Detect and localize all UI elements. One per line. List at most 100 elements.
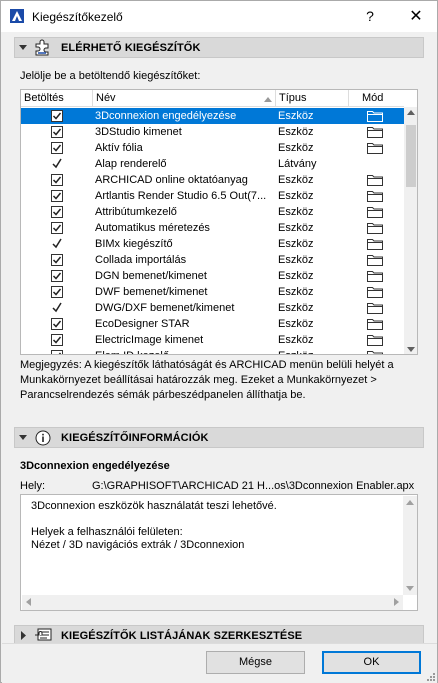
addon-type: Eszköz — [278, 110, 314, 122]
load-checkbox[interactable] — [51, 350, 63, 354]
addon-type: Eszköz — [278, 238, 314, 250]
list-item[interactable]: Elem ID kezelőEszköz — [21, 348, 404, 354]
list-item[interactable]: EcoDesigner STAR Eszköz — [21, 316, 404, 332]
addon-type: Eszköz — [278, 254, 314, 266]
load-checkbox[interactable] — [51, 318, 63, 330]
list-item[interactable]: Attribútumkezelő Eszköz — [21, 204, 404, 220]
folder-icon[interactable] — [367, 238, 383, 250]
column-header-mode[interactable]: Mód — [349, 90, 404, 107]
folder-icon[interactable] — [367, 110, 383, 122]
addon-name: Aktív fólia — [95, 142, 143, 154]
available-addons-header[interactable]: ELÉRHETŐ KIEGÉSZÍTŐK — [14, 37, 424, 58]
addon-type: Eszköz — [278, 318, 314, 330]
folder-icon[interactable] — [367, 126, 383, 138]
list-item[interactable]: Collada importálás Eszköz — [21, 252, 404, 268]
list-item[interactable]: ElectricImage kimenet Eszköz — [21, 332, 404, 348]
selected-addon-name: 3Dconnexion engedélyezése — [20, 460, 170, 472]
scroll-down-icon[interactable] — [406, 586, 414, 591]
scroll-left-icon[interactable] — [26, 598, 31, 606]
list-item[interactable]: DWG/DXF bemenet/kimenet Eszköz — [21, 300, 404, 316]
addon-name: ElectricImage kimenet — [95, 334, 204, 346]
description-vertical-scrollbar[interactable] — [403, 496, 417, 595]
scroll-up-icon[interactable] — [406, 500, 414, 505]
list-item[interactable]: ARCHICAD online oktatóanyag Eszköz — [21, 172, 404, 188]
loaded-checkmark-icon — [51, 300, 63, 314]
folder-icon[interactable] — [367, 302, 383, 314]
load-checkbox[interactable] — [51, 126, 63, 138]
column-header-load[interactable]: Betöltés — [21, 90, 93, 107]
ok-button[interactable]: OK — [322, 651, 421, 674]
close-button[interactable]: ✕ — [399, 1, 433, 32]
column-header-name[interactable]: Név — [93, 90, 276, 107]
folder-icon[interactable] — [367, 334, 383, 346]
note-text: Megjegyzés: A kiegészítők láthatóságát é… — [20, 359, 394, 401]
scrollbar-thumb[interactable] — [406, 125, 416, 187]
list-item[interactable]: BIMx kiegészítő Eszköz — [21, 236, 404, 252]
load-checkbox[interactable] — [51, 270, 63, 282]
list-vertical-scrollbar[interactable] — [404, 107, 417, 354]
description-box[interactable]: 3Dconnexion eszközök használatát teszi l… — [20, 494, 418, 611]
addon-type: Eszköz — [278, 174, 314, 186]
scroll-right-icon[interactable] — [394, 598, 399, 606]
load-checkbox[interactable] — [51, 254, 63, 266]
scroll-up-icon[interactable] — [407, 110, 415, 115]
window-title: Kiegészítőkezelő — [32, 10, 123, 24]
addon-type: Eszköz — [278, 334, 314, 346]
folder-icon[interactable] — [367, 254, 383, 266]
load-checkbox[interactable] — [51, 206, 63, 218]
description-text: 3Dconnexion eszközök használatát teszi l… — [31, 500, 277, 552]
addon-type: Eszköz — [278, 222, 314, 234]
folder-icon[interactable] — [367, 286, 383, 298]
folder-icon[interactable] — [367, 222, 383, 234]
load-checkbox[interactable] — [51, 286, 63, 298]
scroll-down-icon[interactable] — [407, 347, 415, 352]
addon-type: Eszköz — [278, 286, 314, 298]
description-line: 3Dconnexion eszközök használatát teszi l… — [31, 500, 277, 512]
location-value: G:\GRAPHISOFT\ARCHICAD 21 H...os\3Dconne… — [92, 480, 415, 492]
column-header-type[interactable]: Típus — [276, 90, 349, 107]
list-item[interactable]: DGN bemenet/kimenet Eszköz — [21, 268, 404, 284]
chevron-down-icon — [19, 435, 27, 440]
load-checkbox[interactable] — [51, 110, 63, 122]
list-item[interactable]: Automatikus méretezés Eszköz — [21, 220, 404, 236]
addon-type: Eszköz — [278, 206, 314, 218]
addon-name: Collada importálás — [95, 254, 187, 266]
chevron-down-icon — [19, 45, 27, 50]
addon-info-title: KIEGÉSZÍTŐINFORMÁCIÓK — [61, 432, 209, 444]
list-item[interactable]: Aktív fólia Eszköz — [21, 140, 404, 156]
list-item[interactable]: DWF bemenet/kimenet Eszköz — [21, 284, 404, 300]
folder-icon[interactable] — [367, 206, 383, 218]
load-checkbox[interactable] — [51, 174, 63, 186]
puzzle-icon — [35, 39, 49, 56]
help-button[interactable]: ? — [353, 1, 387, 32]
list-item[interactable]: Alap renderelő Látvány — [21, 156, 404, 172]
list-item[interactable]: 3Dconnexion engedélyezése Eszköz — [21, 108, 404, 124]
load-checkbox[interactable] — [51, 190, 63, 202]
folder-icon[interactable] — [367, 350, 383, 354]
addon-list[interactable]: Betöltés Név Típus Mód 3Dconnexion enged… — [20, 89, 418, 355]
folder-icon[interactable] — [367, 270, 383, 282]
addon-name: 3Dconnexion engedélyezése — [95, 110, 237, 122]
addon-name: ARCHICAD online oktatóanyag — [95, 174, 248, 186]
description-line: Helyek a felhasználói felületen: — [31, 526, 183, 538]
cancel-button[interactable]: Mégse — [206, 651, 305, 674]
available-addons-title: ELÉRHETŐ KIEGÉSZÍTŐK — [61, 42, 201, 54]
column-header-name-label: Név — [96, 92, 116, 104]
addon-type: Eszköz — [278, 270, 314, 282]
archicad-logo-icon — [10, 9, 24, 23]
description-horizontal-scrollbar[interactable] — [22, 595, 403, 610]
folder-icon[interactable] — [367, 174, 383, 186]
load-checkbox[interactable] — [51, 142, 63, 154]
folder-icon[interactable] — [367, 318, 383, 330]
list-item[interactable]: 3DStudio kimenet Eszköz — [21, 124, 404, 140]
addon-info-header[interactable]: KIEGÉSZÍTŐINFORMÁCIÓK — [14, 427, 424, 448]
addon-type: Eszköz — [278, 190, 314, 202]
addon-type: Eszköz — [278, 302, 314, 314]
load-checkbox[interactable] — [51, 222, 63, 234]
list-item[interactable]: Artlantis Render Studio 6.5 Out(7... Eszk… — [21, 188, 404, 204]
resize-grip-icon[interactable] — [425, 671, 435, 681]
folder-icon[interactable] — [367, 190, 383, 202]
folder-icon[interactable] — [367, 142, 383, 154]
addon-name: DGN bemenet/kimenet — [95, 270, 207, 282]
load-checkbox[interactable] — [51, 334, 63, 346]
